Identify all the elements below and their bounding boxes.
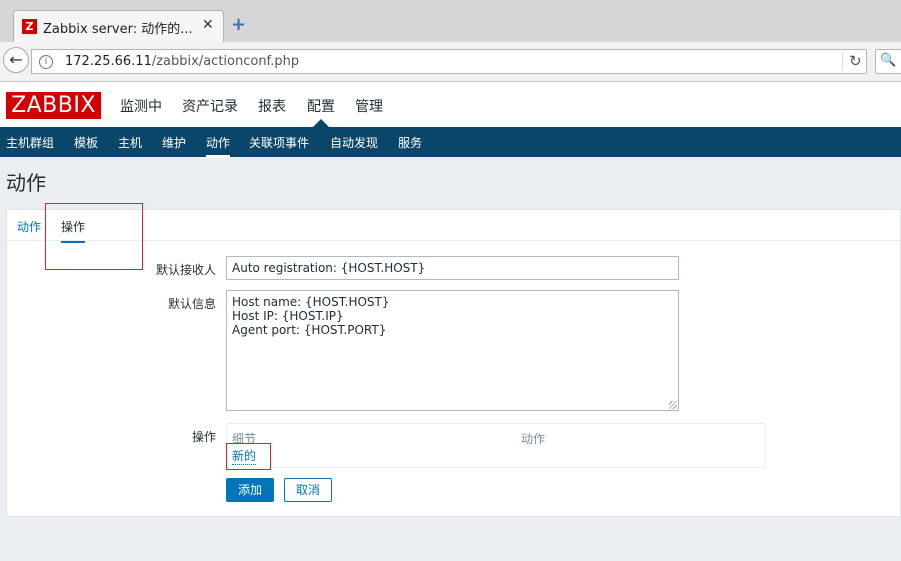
menu-configuration[interactable]: 配置 (307, 96, 335, 116)
message-line: Host IP: {HOST.IP} (232, 309, 344, 323)
browser-navigation-bar: ← i 172.25.66.11/zabbix/actionconf.php ↻… (0, 42, 901, 82)
subnav-host-groups[interactable]: 主机群组 (6, 134, 54, 151)
default-message-label: 默认信息 (168, 297, 217, 311)
new-tab-icon[interactable]: + (231, 16, 246, 34)
tab-action[interactable]: 动作 (17, 218, 41, 235)
browser-tab[interactable]: Z Zabbix server: 动作的... ✕ (13, 10, 224, 42)
menu-reports[interactable]: 报表 (258, 96, 286, 116)
add-button[interactable]: 添加 (226, 478, 274, 502)
url-host: 172.25.66.11 (65, 54, 152, 69)
resize-handle-icon[interactable] (669, 401, 677, 409)
zabbix-logo[interactable]: ZABBIX (6, 92, 101, 119)
default-message-field[interactable]: Host name: {HOST.HOST} Host IP: {HOST.IP… (226, 290, 679, 411)
zabbix-favicon-icon: Z (22, 19, 37, 34)
message-line: Host name: {HOST.HOST} (232, 295, 390, 309)
menu-administration[interactable]: 管理 (355, 96, 383, 116)
subnav-discovery[interactable]: 自动发现 (330, 134, 378, 151)
subnav-actions[interactable]: 动作 (206, 134, 231, 158)
close-icon[interactable]: ✕ (202, 17, 214, 33)
operations-table: 细节 动作 (226, 423, 766, 468)
active-menu-caret (313, 119, 329, 127)
zabbix-header: ZABBIX 监测中 资产记录 报表 配置 管理 (0, 82, 901, 127)
info-icon[interactable]: i (39, 55, 53, 69)
menu-inventory[interactable]: 资产记录 (182, 96, 238, 116)
default-recipient-field[interactable]: Auto registration: {HOST.HOST} (226, 256, 679, 280)
page-title: 动作 (6, 171, 46, 195)
reload-icon[interactable]: ↻ (842, 52, 862, 70)
browser-tab-strip: Z Zabbix server: 动作的... ✕ + (0, 0, 901, 42)
url-text: 172.25.66.11/zabbix/actionconf.php (65, 54, 299, 69)
sub-navigation: 主机群组 模板 主机 维护 动作 关联项事件 自动发现 服务 (0, 127, 901, 158)
url-path: /zabbix/actionconf.php (151, 54, 300, 69)
column-action: 动作 (521, 432, 546, 446)
back-arrow-icon[interactable]: ← (3, 47, 29, 73)
subnav-event-correlation[interactable]: 关联项事件 (249, 134, 309, 151)
highlight-box-new-link (226, 443, 271, 470)
url-bar[interactable]: i 172.25.66.11/zabbix/actionconf.php ↻ (31, 49, 867, 74)
subnav-hosts[interactable]: 主机 (118, 134, 142, 151)
operations-label: 操作 (192, 430, 217, 444)
cancel-button[interactable]: 取消 (284, 478, 332, 502)
search-input[interactable]: 🔍 (875, 49, 901, 74)
menu-monitoring[interactable]: 监测中 (120, 96, 162, 116)
message-line: Agent port: {HOST.PORT} (232, 323, 387, 337)
search-icon: 🔍 (880, 53, 897, 68)
default-recipient-label: 默认接收人 (156, 263, 217, 277)
subnav-services[interactable]: 服务 (398, 134, 422, 151)
subnav-templates[interactable]: 模板 (74, 134, 98, 151)
subnav-maintenance[interactable]: 维护 (162, 134, 186, 151)
highlight-box-operations-tab (45, 203, 143, 270)
browser-tab-title: Zabbix server: 动作的... (43, 22, 193, 37)
